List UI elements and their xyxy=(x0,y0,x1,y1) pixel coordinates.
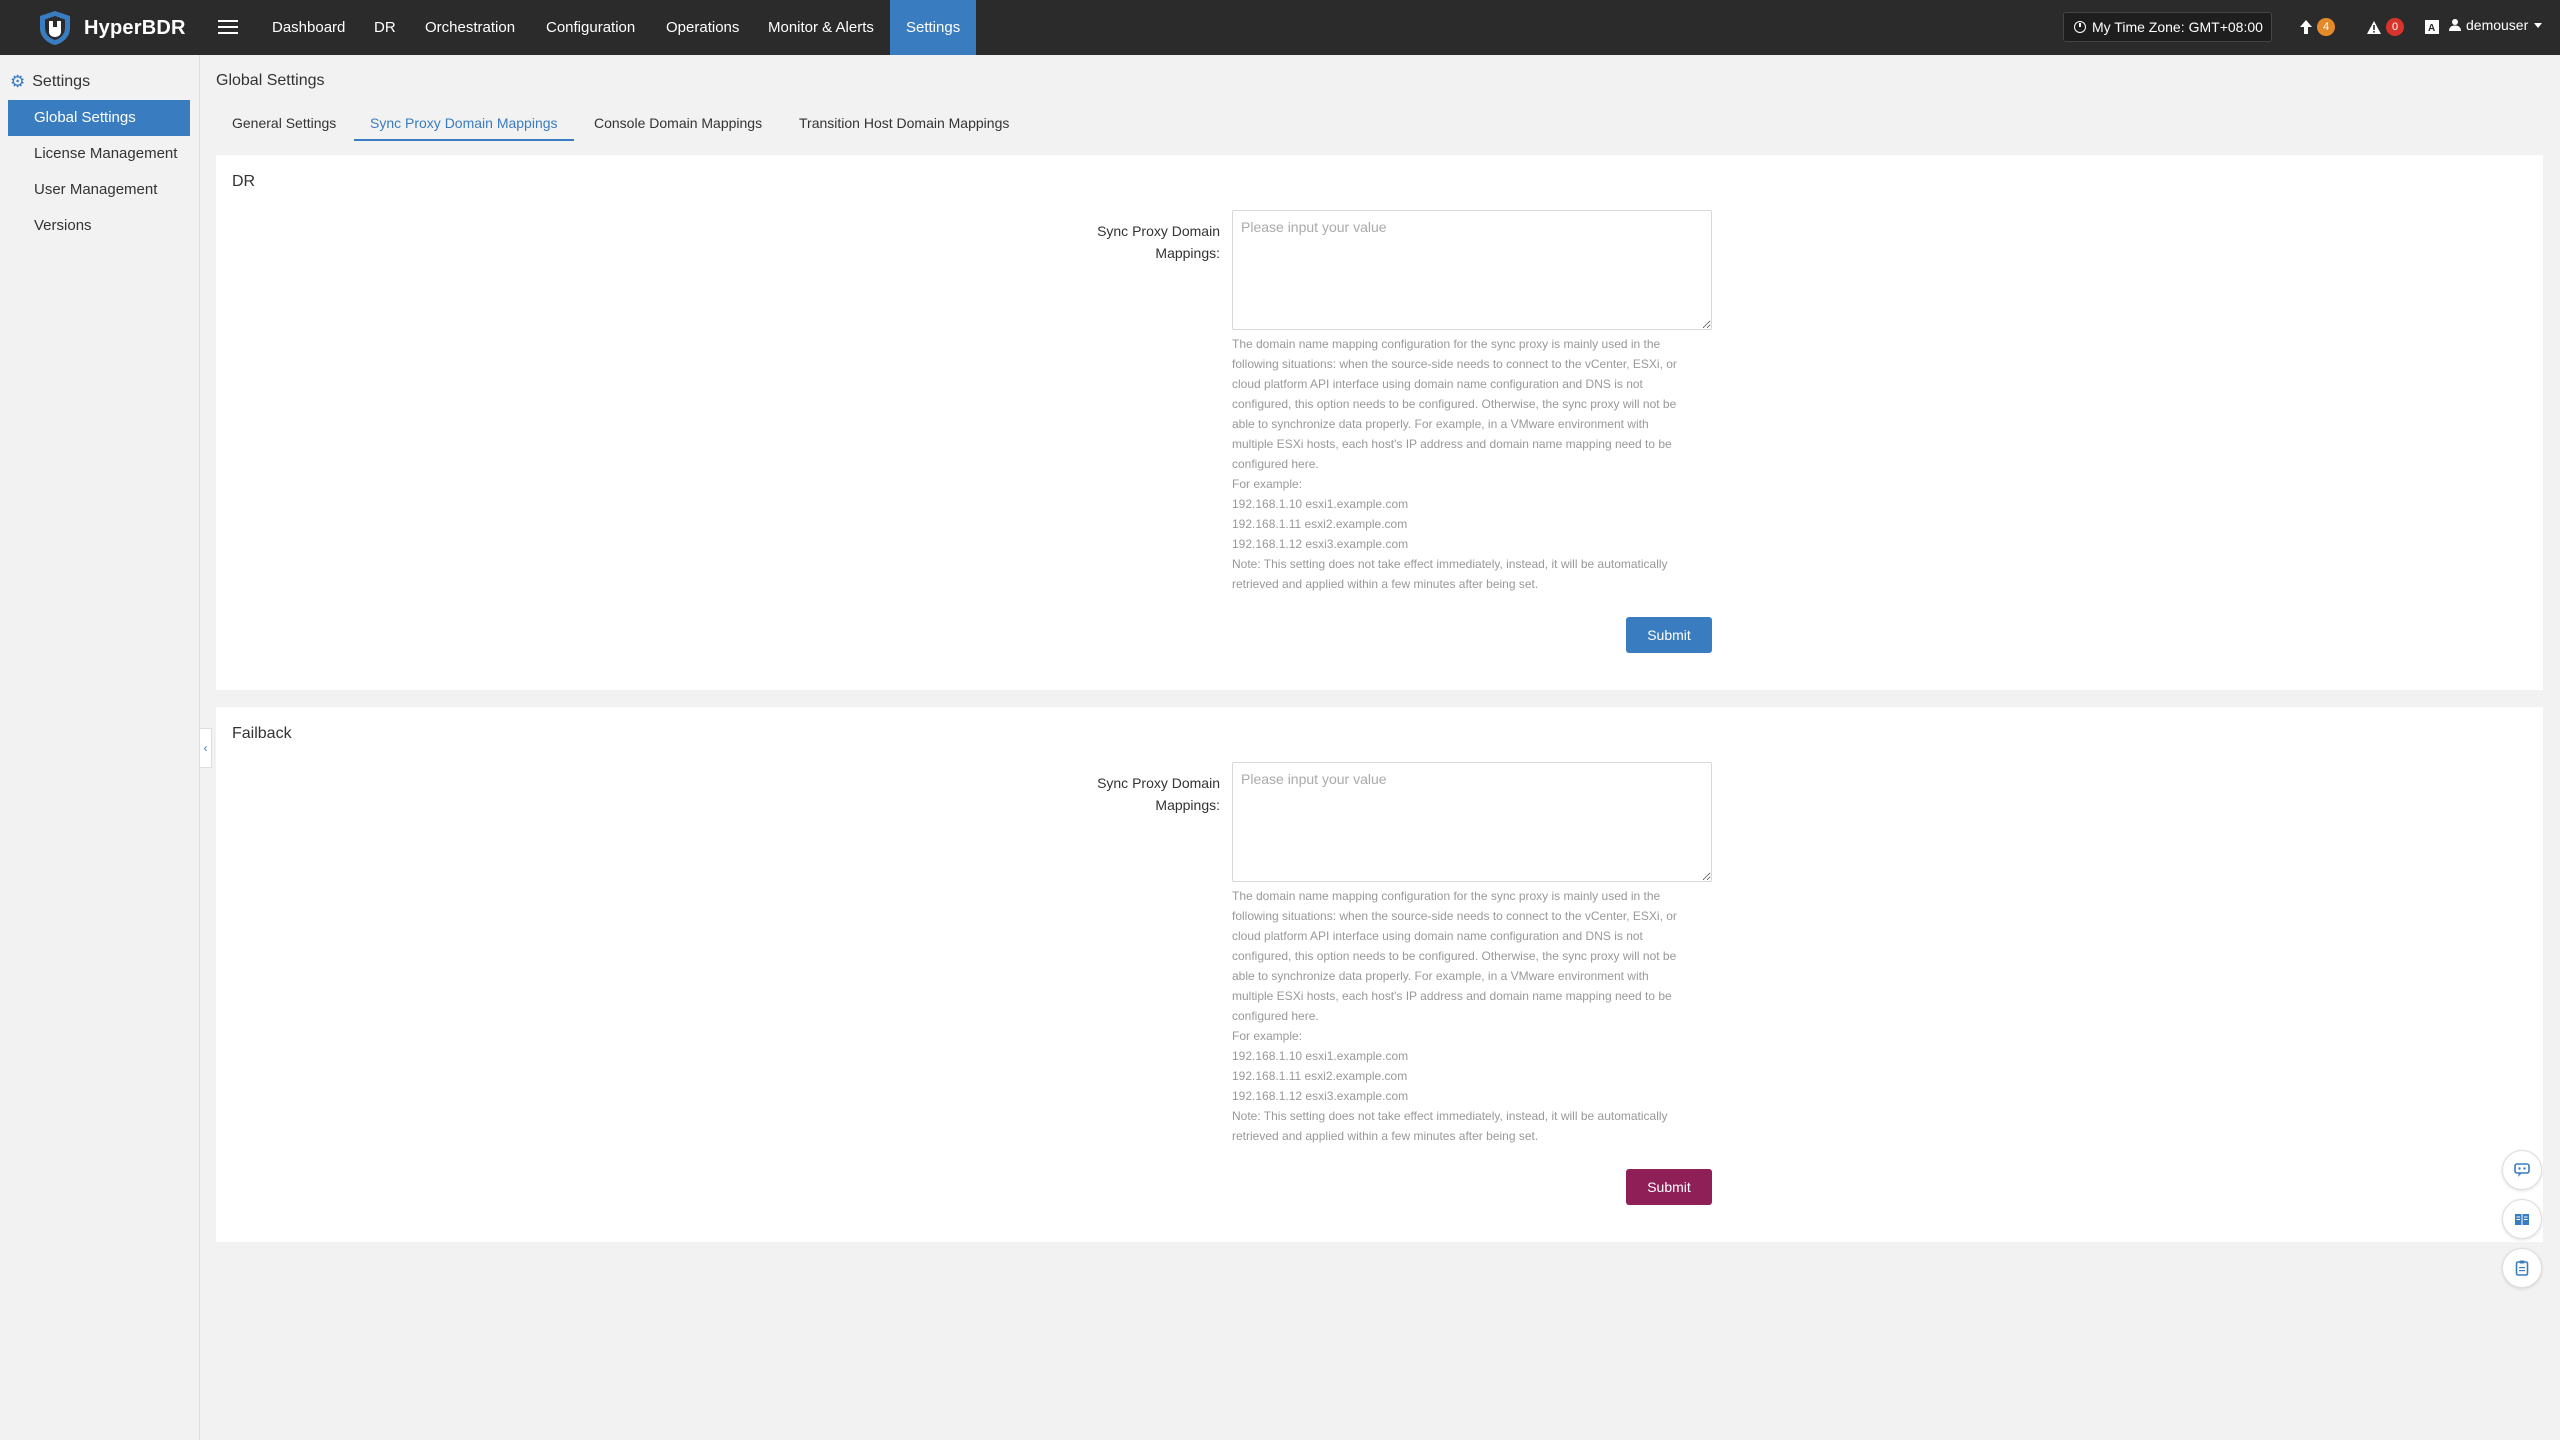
upgrade-button[interactable]: 4 xyxy=(2299,16,2335,38)
warning-icon xyxy=(2367,20,2381,34)
sidebar-item-user-management[interactable]: User Management xyxy=(8,172,190,208)
clipboard-button[interactable] xyxy=(2502,1248,2542,1288)
user-icon xyxy=(2449,19,2461,31)
help-text: The domain name mapping configuration fo… xyxy=(1232,889,1677,1143)
nav-settings[interactable]: Settings xyxy=(890,0,977,55)
sidebar-title: Settings xyxy=(32,73,91,90)
top-navbar: HyperBDR Dashboard DR Orchestration Conf… xyxy=(0,0,2560,55)
sidebar: ⚙ Settings Global Settings License Manag… xyxy=(0,55,200,1440)
language-icon: A xyxy=(2425,20,2439,34)
sync-proxy-mappings-input[interactable] xyxy=(1232,210,1712,330)
tab-transition-host-domain-mappings[interactable]: Transition Host Domain Mappings xyxy=(783,109,1025,141)
section-title: Failback xyxy=(232,725,292,742)
sidebar-item-versions[interactable]: Versions xyxy=(8,208,190,244)
tab-console-domain-mappings[interactable]: Console Domain Mappings xyxy=(578,109,778,141)
section-title: DR xyxy=(232,173,256,190)
app-name: HyperBDR xyxy=(84,16,186,39)
page-title: Global Settings xyxy=(216,72,325,89)
nav-orchestration[interactable]: Orchestration xyxy=(409,0,531,55)
shield-logo-icon xyxy=(40,11,70,45)
clipboard-icon xyxy=(2515,1260,2529,1276)
docs-button[interactable] xyxy=(2502,1199,2542,1239)
support-chat-icon xyxy=(2514,1163,2530,1177)
alert-count-badge: 0 xyxy=(2386,18,2404,36)
gear-icon: ⚙ xyxy=(10,72,26,91)
sidebar-item-license-management[interactable]: License Management xyxy=(8,136,190,172)
nav-monitor-alerts[interactable]: Monitor & Alerts xyxy=(752,0,890,55)
tab-sync-proxy-domain-mappings[interactable]: Sync Proxy Domain Mappings xyxy=(354,109,574,141)
svg-text:A: A xyxy=(2428,23,2435,34)
sidebar-item-global-settings[interactable]: Global Settings xyxy=(8,100,190,136)
chevron-down-icon xyxy=(2534,22,2543,28)
submit-button[interactable]: Submit xyxy=(1626,617,1712,653)
clock-icon xyxy=(2074,21,2086,33)
support-chat-button[interactable] xyxy=(2502,1150,2542,1190)
nav-operations[interactable]: Operations xyxy=(650,0,755,55)
menu-toggle-icon[interactable] xyxy=(218,16,238,38)
submit-button[interactable]: Submit xyxy=(1626,1169,1712,1205)
sidebar-header: ⚙ Settings xyxy=(10,70,90,94)
timezone-selector[interactable]: My Time Zone: GMT+08:00 xyxy=(2063,12,2272,42)
field-label: Sync Proxy Domain Mappings: xyxy=(1097,223,1220,261)
user-menu[interactable]: demouser xyxy=(2449,17,2543,33)
timezone-value: GMT+08:00 xyxy=(2188,19,2263,35)
arrow-up-icon xyxy=(2300,20,2312,34)
sync-proxy-mappings-input[interactable] xyxy=(1232,762,1712,882)
sidebar-collapse-button[interactable]: ‹ xyxy=(200,728,212,768)
field-label: Sync Proxy Domain Mappings: xyxy=(1097,775,1220,813)
language-button[interactable]: A xyxy=(2424,16,2440,38)
docs-book-icon xyxy=(2515,1214,2529,1225)
alerts-button[interactable]: 0 xyxy=(2366,16,2404,38)
chevron-left-icon: ‹ xyxy=(203,741,208,755)
nav-configuration[interactable]: Configuration xyxy=(530,0,651,55)
failback-section: Failback Sync Proxy Domain Mappings: The… xyxy=(216,707,2543,1242)
help-text: The domain name mapping configuration fo… xyxy=(1232,337,1677,591)
nav-dashboard[interactable]: Dashboard xyxy=(256,0,361,55)
nav-dr[interactable]: DR xyxy=(358,0,412,55)
upgrade-count-badge: 4 xyxy=(2317,18,2335,36)
tab-general-settings[interactable]: General Settings xyxy=(216,109,352,141)
logo[interactable]: HyperBDR xyxy=(38,10,186,46)
username: demouser xyxy=(2466,17,2529,33)
dr-section: DR Sync Proxy Domain Mappings: The domai… xyxy=(216,155,2543,690)
timezone-label: My Time Zone: xyxy=(2092,19,2185,35)
